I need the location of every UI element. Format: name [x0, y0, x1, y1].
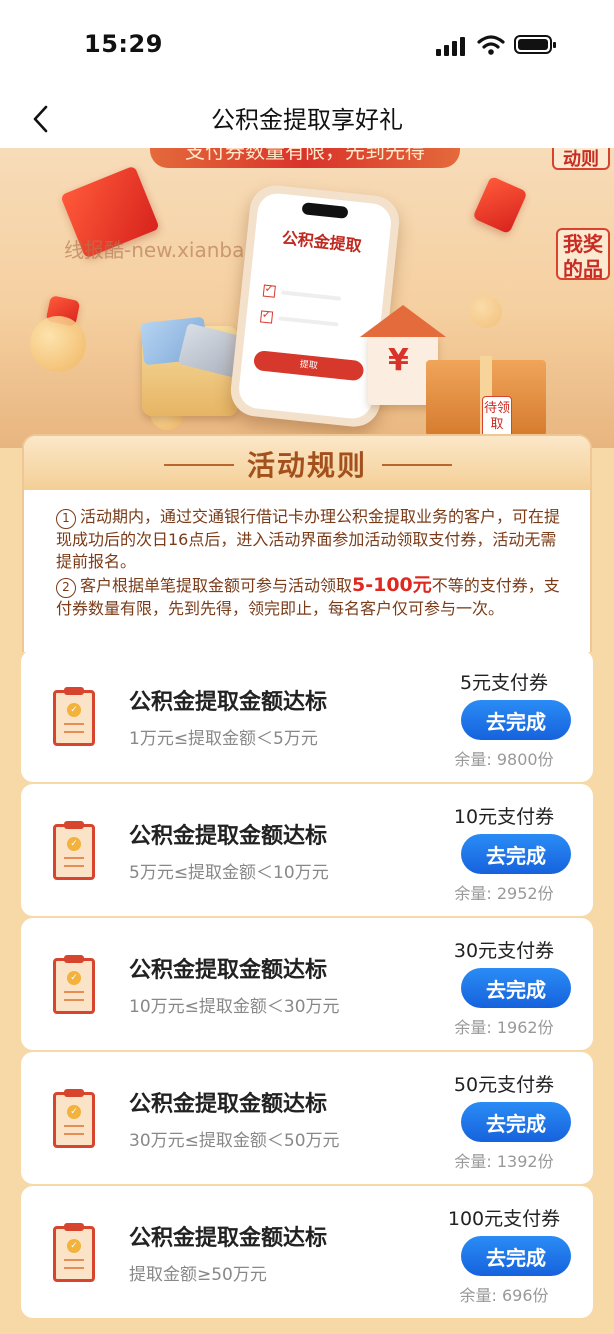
battery-icon — [514, 35, 556, 54]
task-card: ✓ 公积金提取金额达标 提取金额≥50万元 100元支付券 去完成 余量: 69… — [21, 1186, 593, 1318]
rules-title: 活动规则 — [246, 449, 367, 482]
task-card: ✓ 公积金提取金额达标 10万元≤提取金额＜30万元 30元支付券 去完成 余量… — [21, 918, 593, 1050]
rules-header: 活动规则 — [24, 436, 590, 490]
go-complete-button[interactable]: 去完成 — [461, 834, 571, 874]
status-bar: 15:29 — [0, 0, 614, 90]
task-condition: 30万元≤提取金额＜50万元 — [129, 1131, 340, 1151]
reward-label: 30元支付券 — [453, 940, 555, 962]
clipboard-icon: ✓ — [53, 955, 95, 1014]
phone-screen-title: 公积金提取 — [280, 228, 363, 256]
status-time: 15:29 — [84, 30, 163, 58]
reward-label: 10元支付券 — [453, 806, 555, 828]
hero-banner: 支付券数量有限，先到先得 动则 我奖的品 线报酷-new.xianbao.fun… — [0, 148, 614, 448]
reward-label: 100元支付券 — [447, 1208, 561, 1230]
task-card: ✓ 公积金提取金额达标 30万元≤提取金额＜50万元 50元支付券 去完成 余量… — [21, 1052, 593, 1184]
task-title: 公积金提取金额达标 — [129, 1092, 328, 1117]
page-title: 公积金提取享好礼 — [211, 106, 403, 134]
reward-range-highlight: 5-100元 — [352, 574, 432, 596]
go-complete-button[interactable]: 去完成 — [461, 700, 571, 740]
stock-remaining: 余量: 9800份 — [454, 750, 554, 769]
task-title: 公积金提取金额达标 — [129, 824, 328, 849]
clipboard-icon: ✓ — [53, 1223, 95, 1282]
go-complete-button[interactable]: 去完成 — [461, 1102, 571, 1142]
coin-icon — [30, 316, 86, 372]
clipboard-icon: ✓ — [53, 1089, 95, 1148]
task-card: ✓ 公积金提取金额达标 5万元≤提取金额＜10万元 10元支付券 去完成 余量:… — [21, 784, 593, 916]
task-title: 公积金提取金额达标 — [129, 958, 328, 983]
task-title: 公积金提取金额达标 — [129, 1226, 328, 1251]
red-envelope-icon — [472, 175, 528, 235]
task-condition: 5万元≤提取金额＜10万元 — [129, 863, 329, 883]
task-condition: 提取金额≥50万元 — [129, 1265, 267, 1285]
task-condition: 1万元≤提取金额＜5万元 — [129, 729, 318, 749]
reward-label: 5元支付券 — [459, 672, 549, 694]
stock-remaining: 余量: 1392份 — [454, 1152, 554, 1171]
reward-label: 50元支付券 — [453, 1074, 555, 1096]
go-complete-button[interactable]: 去完成 — [461, 1236, 571, 1276]
stock-remaining: 余量: 2952份 — [454, 884, 554, 903]
stock-remaining: 余量: 696份 — [459, 1286, 549, 1305]
wifi-icon — [477, 35, 505, 55]
clipboard-icon: ✓ — [53, 821, 95, 880]
clipboard-icon: ✓ — [53, 687, 95, 746]
my-prize-tag[interactable]: 我奖的品 — [556, 228, 610, 281]
task-card: ✓ 公积金提取金额达标 1万元≤提取金额＜5万元 5元支付券 去完成 余量: 9… — [21, 650, 593, 782]
phone-screen-button: 提取 — [252, 349, 365, 382]
rules-card: 活动规则 1 活动期内，通过交通银行借记卡办理公积金提取业务的客户，可在提现成功后… — [22, 434, 592, 652]
task-condition: 10万元≤提取金额＜30万元 — [129, 997, 340, 1017]
rule-item-2: 2 客户根据单笔提取金额可参与活动领取5-100元不等的支付券，支付券数量有限，先… — [56, 574, 560, 618]
nav-bar: 公积金提取享好礼 — [0, 90, 614, 148]
go-complete-button[interactable]: 去完成 — [461, 968, 571, 1008]
rule-item-1: 1 活动期内，通过交通银行借记卡办理公积金提取业务的客户，可在提现成功后的次日16… — [56, 507, 561, 571]
activity-rules-tag[interactable]: 动则 — [552, 148, 610, 170]
task-title: 公积金提取金额达标 — [129, 690, 328, 715]
stock-remaining: 余量: 1962份 — [454, 1018, 554, 1037]
banner-ribbon: 支付券数量有限，先到先得 — [150, 148, 460, 168]
cellular-signal-icon — [436, 36, 466, 56]
coin-icon — [470, 296, 502, 328]
